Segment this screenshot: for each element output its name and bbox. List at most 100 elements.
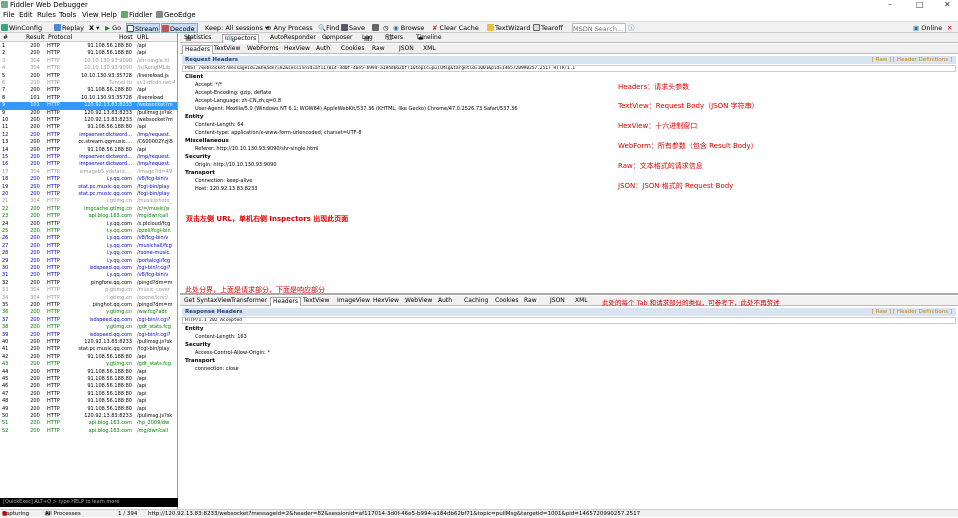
go-button[interactable]: ▶ Go	[105, 23, 121, 33]
table-row[interactable]: 27 200 HTTP i.y.qq.com/musichall/fcg	[0, 243, 177, 250]
resp-tab-transformer[interactable]: Transformer	[229, 297, 269, 306]
menu-help[interactable]: Help	[101, 11, 117, 19]
table-row[interactable]: 17 304 HTTP simageb5.ydstatic..../image?id=…	[0, 169, 177, 176]
resp-tab-imageview[interactable]: ImageView	[335, 297, 372, 306]
online-status[interactable]: ▣ Online	[913, 23, 942, 33]
minimize-icon[interactable]: –	[888, 0, 892, 9]
header-line[interactable]: Content-type: application/x-www-form-url…	[195, 130, 362, 136]
request-response-splitter[interactable]	[180, 293, 958, 295]
header-line[interactable]: Referer: http://10.10.130.93:9090/shr-si…	[195, 146, 318, 152]
req-tab-cookies[interactable]: Cookies	[339, 45, 367, 54]
menu-tools[interactable]: Tools	[59, 11, 76, 19]
table-row[interactable]: 35 200 HTTP pinghot.qq.com/pingd?dm=m	[0, 302, 177, 309]
tab-autoresponder[interactable]: ⚡ AutoResponder	[268, 34, 318, 43]
req-tab-webforms[interactable]: WebForms	[245, 45, 280, 54]
any-process-button[interactable]: ⊕ Any Process	[266, 23, 313, 33]
decode-button[interactable]: Decode	[161, 23, 198, 33]
table-row[interactable]: 6200HTTPTunnel tosv1.dfcdn.net:443	[0, 80, 177, 87]
save-button[interactable]: Save	[341, 23, 365, 33]
req-tab-headers[interactable]: Headers	[182, 45, 213, 54]
table-row[interactable]: 18 200 HTTP i.y.qq.com/v8/fcg-bin/v	[0, 176, 177, 183]
menu-rules[interactable]: Rules	[37, 11, 56, 19]
resp-tab-textview[interactable]: TextView	[301, 297, 331, 306]
header-line[interactable]: Access-Control-Allow-Origin: *	[195, 350, 270, 356]
table-row[interactable]: 49 200 HTTP 91.108.56.188:80/api	[0, 406, 177, 413]
table-row[interactable]: 28 200 HTTP i.y.qq.com/rsone-music.	[0, 250, 177, 257]
col-url[interactable]: URL	[137, 34, 149, 41]
menu-file[interactable]: File	[3, 11, 15, 19]
browse-button[interactable]: ◉ Browse	[393, 23, 424, 33]
table-row[interactable]: 50 200 HTTP 120.92.13.83:8233/pullmsg.js?sk	[0, 413, 177, 420]
keep-sessions-dropdown[interactable]: Keep: All sessions ▾	[205, 23, 268, 33]
menu-geoedge[interactable]: GeoEdge	[156, 11, 196, 19]
tab-filters[interactable]: ☐ Filters	[383, 34, 405, 43]
screenshot-button[interactable]	[372, 23, 380, 33]
resp-tab-raw[interactable]: Raw	[522, 297, 539, 306]
resp-tab-hexview[interactable]: HexView	[371, 297, 401, 306]
table-row[interactable]: 46 200 HTTP 91.108.56.188:80/api	[0, 383, 177, 390]
table-row[interactable]: 34 304 HTTP i.gtimg.cn/opone/icon/	[0, 295, 177, 302]
table-row[interactable]: 43 200 HTTP y.gtimg.cn/gdt_stats.fcg	[0, 361, 177, 368]
req-tab-hexview[interactable]: HexView	[282, 45, 312, 54]
table-row[interactable]: 38 200 HTTP y.gtimg.cn/gdt_stats.fcg	[0, 324, 177, 331]
table-row[interactable]: 39 200 HTTP isdspeed.qq.com/cgi-bin/r.cgi?	[0, 332, 177, 339]
menu-edit[interactable]: Edit	[19, 11, 33, 19]
replay-button[interactable]: Replay	[54, 23, 84, 33]
table-row[interactable]: 21 304 HTTP i.gtimg.cn/music/photo_	[0, 198, 177, 205]
table-row[interactable]: 29 200 HTTP i.y.qq.com/portalcgi/fcg	[0, 258, 177, 265]
header-line[interactable]: Content-Length: 64	[195, 122, 244, 128]
sessions-list[interactable]: # Result Protocol Host URL 1 200 HTTP 91.10…	[0, 33, 178, 509]
table-row[interactable]: 20 200 HTTP stat.pc.music.qq.com/fcgi-bin/p…	[0, 191, 177, 198]
table-row[interactable]: 19 200 HTTP stat.pc.music.qq.com/fcgi-bin/p…	[0, 184, 177, 191]
table-row[interactable]: 9 200 HTTP 120.92.13.83:8233/pullmsg.js?sk	[0, 110, 177, 117]
table-row[interactable]: 33 304 HTTP p.gtimg.cn/music_cover	[0, 287, 177, 294]
header-line[interactable]: Accept-Encoding: gzip, deflate	[195, 90, 271, 96]
col-result[interactable]: Result	[26, 34, 45, 41]
table-row[interactable]: 8 101 HTTP 10.10.130.93:35728/livereload	[0, 95, 177, 102]
msdn-search-input[interactable]: MSDN Search...	[572, 23, 626, 33]
clear-cache-button[interactable]: ✘ Clear Cache	[432, 23, 479, 33]
header-line[interactable]: Accept: */*	[195, 82, 222, 88]
header-line[interactable]: Accept-Language: zh-CN,zh;q=0.8	[195, 98, 281, 104]
req-tab-xml[interactable]: XML	[421, 45, 438, 54]
req-tab-textview[interactable]: TextView	[212, 45, 242, 54]
col-host[interactable]: Host	[119, 34, 133, 41]
quickexec-input[interactable]: [QuickExec] ALT+Q > type HELP to learn m…	[0, 498, 178, 507]
header-line[interactable]: Content-Length: 163	[195, 334, 247, 340]
table-row[interactable]: 41 200 HTTP stat.pc.music.qq.com/fcgi-bin/p…	[0, 346, 177, 353]
table-row[interactable]: 26 200 HTTP i.y.qq.com/v8/fcg-bin/v	[0, 235, 177, 242]
textwizard-button[interactable]: TextWizard	[487, 23, 530, 33]
tab-inspectors[interactable]: 🔍 Inspectors	[222, 34, 260, 43]
req-tab-auth[interactable]: Auth	[314, 45, 332, 54]
header-line[interactable]: Connection: keep-alive	[195, 178, 252, 184]
resp-tab-auth[interactable]: Auth	[436, 297, 454, 306]
tab-log[interactable]: ▤ Log	[360, 34, 375, 43]
table-row[interactable]: 5 200 HTTP 10.10.130.93:35728/livereload.js	[0, 73, 177, 80]
table-row[interactable]: 23 200 HTTP api.blog.163.com/mg/dwr/call	[0, 213, 177, 220]
remove-button[interactable]: X ▾	[89, 23, 99, 33]
table-row[interactable]: 24 200 HTTP i.y.qq.com/s.plcloud/fcg	[0, 221, 177, 228]
close-toolbar-icon[interactable]: ✕	[947, 23, 952, 33]
tab-composer[interactable]: ✎ Composer	[320, 34, 354, 43]
resp-tab-cookies[interactable]: Cookies	[493, 297, 521, 306]
table-row[interactable]: 25 200 HTTP i.y.qq.com/qzeli/fcgi-bin	[0, 228, 177, 235]
table-row[interactable]: 13 200 HTTP cc.stream.qqmusic..../C600002Yz…	[0, 139, 177, 146]
request-raw-links[interactable]: [ Raw ] [ Header Definitions ]	[872, 56, 952, 64]
table-row[interactable]: 30 200 HTTP isdspeed.qq.com/cgi-bin/r.cgi?	[0, 265, 177, 272]
table-row[interactable]: 51 200 HTTP api.blog.163.com/hp_2009/dw	[0, 420, 177, 427]
table-row[interactable]: 10 200 HTTP 120.92.13.83:8233/websocket?m	[0, 117, 177, 124]
table-row[interactable]: 36 200 HTTP y.gtimg.cn/ww.fcg?adc	[0, 309, 177, 316]
response-raw-links[interactable]: [ Raw ] [ Header Definitions ]	[872, 308, 952, 316]
resp-tab-xml[interactable]: XML	[573, 297, 590, 306]
table-row[interactable]: 15 200 HTTP impserver.dictword.../imp/reque…	[0, 154, 177, 161]
col-number[interactable]: #	[3, 34, 8, 41]
tab-timeline[interactable]: ▬ Timeline	[414, 34, 444, 43]
table-row[interactable]: 11 200 HTTP 91.108.56.188:80/api	[0, 124, 177, 131]
header-line[interactable]: Host: 120.92.13.83:8233	[195, 186, 257, 192]
table-row[interactable]: 2 200 HTTP 91.108.56.188:80/api	[0, 50, 177, 57]
header-line[interactable]: User-Agent: Mozilla/5.0 (Windows NT 6.1;…	[195, 106, 518, 112]
table-row[interactable]: 3 304 HTTP 10.10.130.93:9090/shr-single.ht	[0, 58, 177, 65]
req-tab-json[interactable]: JSON	[397, 45, 416, 54]
table-row[interactable]: 45 200 HTTP 91.108.56.188:80/api	[0, 376, 177, 383]
resp-tab-json[interactable]: JSON	[548, 297, 567, 306]
